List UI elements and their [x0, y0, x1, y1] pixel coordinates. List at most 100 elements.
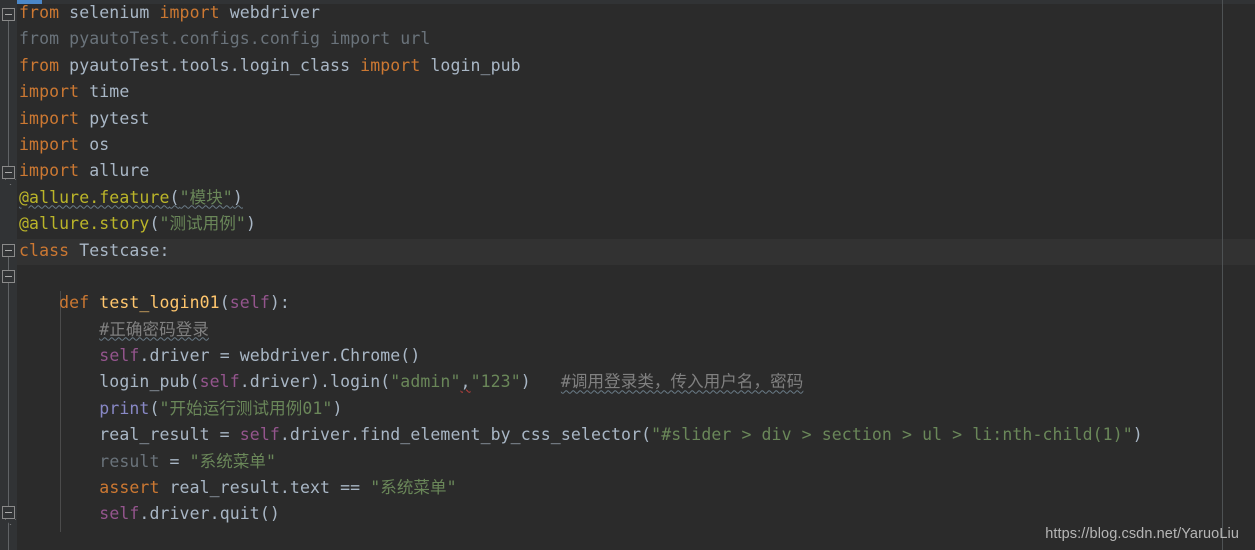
code-token: def: [59, 293, 90, 313]
code-token: "123": [470, 372, 521, 392]
code-line-19[interactable]: assert real_result.text == "系统菜单": [17, 475, 1255, 501]
code-token: from: [19, 55, 60, 75]
code-token: from pyautoTest.configs.config import ur…: [19, 29, 431, 49]
code-token: .driver.quit(): [139, 504, 280, 524]
code-token: (: [219, 293, 230, 313]
fold-marker-line-12[interactable]: [2, 270, 15, 283]
fold-marker-line-10[interactable]: [2, 244, 15, 257]
code-token: @allure.story: [19, 214, 150, 234]
fold-rail-class: [8, 257, 9, 512]
code-line-7[interactable]: import allure: [17, 158, 1255, 184]
code-line-12[interactable]: def test_login01(self):: [17, 290, 1255, 316]
code-token: "开始运行测试用例01": [159, 398, 333, 418]
code-token: ): [332, 398, 343, 418]
code-token: time: [79, 82, 130, 102]
code-token: (: [149, 398, 160, 418]
code-line-4[interactable]: import time: [17, 79, 1255, 105]
code-token: @allure.feature: [19, 187, 170, 207]
code-token: .driver.find_element_by_css_selector(: [279, 425, 652, 445]
code-token: login_pub(: [19, 372, 200, 392]
code-token: self: [99, 346, 140, 366]
code-line-8[interactable]: @allure.feature("模块"): [17, 185, 1255, 211]
fold-marker-line-7[interactable]: [2, 166, 15, 179]
code-line-16[interactable]: print("开始运行测试用例01"): [17, 396, 1255, 422]
code-token: real_result =: [19, 425, 240, 445]
code-line-14[interactable]: self.driver = webdriver.Chrome(): [17, 343, 1255, 369]
code-token: self: [229, 293, 270, 313]
code-token: "测试用例": [159, 214, 246, 234]
code-token: assert: [99, 478, 160, 498]
code-token: (: [149, 214, 160, 234]
code-line-6[interactable]: import os: [17, 132, 1255, 158]
code-token: =: [159, 451, 190, 471]
code-line-2[interactable]: from pyautoTest.configs.config import ur…: [17, 26, 1255, 52]
code-line-5[interactable]: import pytest: [17, 106, 1255, 132]
code-token: import: [19, 82, 80, 102]
code-token: print: [99, 398, 150, 418]
code-token: #调用登录类，传入用户名，密码: [560, 372, 804, 392]
code-token: ,: [460, 372, 471, 392]
code-text-area[interactable]: from selenium import webdriver from pyaut…: [17, 0, 1255, 550]
code-token: os: [79, 134, 110, 154]
fold-rail-bottom: [8, 519, 9, 550]
code-token: pytest: [79, 108, 150, 128]
code-token: ): [1132, 425, 1143, 445]
code-token: "系统菜单": [370, 478, 457, 498]
code-token: "系统菜单": [189, 451, 277, 471]
code-line-1[interactable]: from selenium import webdriver: [17, 0, 1255, 26]
code-token: import: [159, 3, 220, 22]
code-token: Testcase:: [69, 240, 170, 260]
code-token: import: [19, 108, 80, 128]
code-line-20[interactable]: self.driver.quit(): [17, 501, 1255, 527]
fold-marker-line-20[interactable]: [2, 506, 15, 519]
code-token: import: [19, 161, 80, 181]
code-token: #正确密码登录: [99, 319, 209, 339]
code-token: self: [199, 372, 240, 392]
code-line-15[interactable]: login_pub(self.driver).login("admin","12…: [17, 369, 1255, 395]
code-line-9[interactable]: @allure.story("测试用例"): [17, 211, 1255, 237]
code-token: self: [99, 504, 140, 524]
code-token: pyautoTest.tools.login_class: [59, 55, 361, 75]
code-token: ): [520, 372, 531, 392]
code-line-3[interactable]: from pyautoTest.tools.login_class import…: [17, 53, 1255, 79]
code-line-10[interactable]: class Testcase:: [17, 238, 1255, 264]
fold-rail-top: [8, 21, 9, 173]
code-token: ): [245, 214, 257, 234]
code-token: import: [19, 134, 80, 154]
code-token: allure: [79, 161, 150, 181]
code-token: webdriver: [219, 3, 321, 22]
fold-marker-line-1[interactable]: [2, 8, 15, 21]
code-token: result: [99, 451, 160, 471]
code-line-11[interactable]: [17, 264, 1255, 290]
code-token: test_login01: [99, 293, 220, 313]
code-line-13[interactable]: #正确密码登录: [17, 317, 1255, 343]
code-token: real_result.text ==: [159, 478, 371, 498]
code-token: "#slider > div > section > ul > li:nth-c…: [651, 425, 1133, 445]
code-token: self: [239, 425, 280, 445]
code-token: class: [19, 240, 70, 260]
code-token: .driver).login(: [239, 372, 391, 392]
code-token: .driver = webdriver.Chrome(): [139, 346, 421, 366]
code-token: login_pub: [420, 55, 521, 75]
code-line-17[interactable]: real_result = self.driver.find_element_b…: [17, 422, 1255, 448]
watermark-url: https://blog.csdn.net/YaruoLiu: [1045, 526, 1239, 542]
code-token: (: [169, 187, 180, 207]
editor-gutter[interactable]: [0, 0, 17, 550]
code-token: import: [360, 55, 421, 75]
code-token: from: [19, 3, 60, 22]
code-token: "admin": [390, 372, 461, 392]
code-line-18[interactable]: result = "系统菜单": [17, 449, 1255, 475]
code-token: ): [232, 187, 243, 207]
code-token: "模块": [179, 187, 233, 207]
code-token: selenium: [59, 3, 160, 22]
code-token: ):: [269, 293, 290, 313]
